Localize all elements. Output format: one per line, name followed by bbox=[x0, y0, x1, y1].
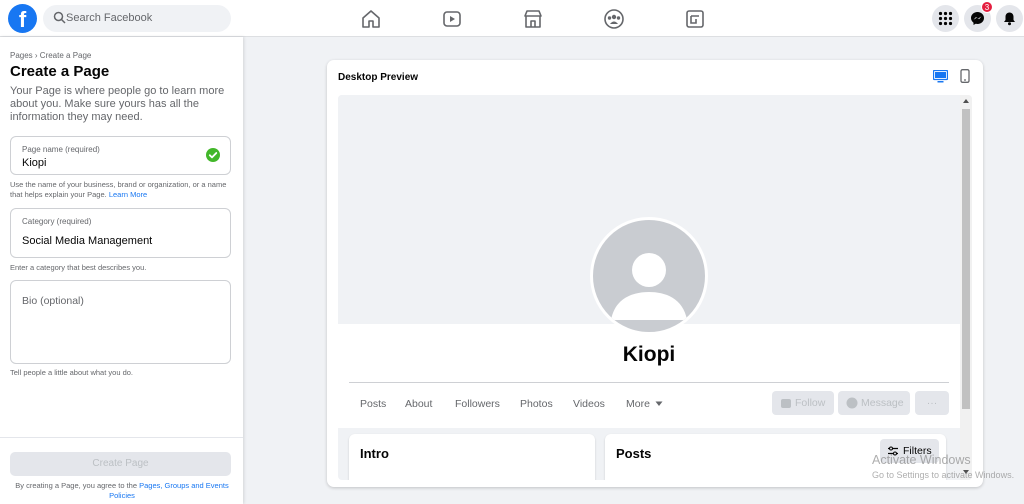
intro-card-title: Intro bbox=[360, 446, 389, 461]
desktop-icon[interactable] bbox=[933, 70, 948, 83]
tab-more-label: More bbox=[626, 398, 650, 410]
tab-followers[interactable]: Followers bbox=[455, 398, 500, 410]
category-helper: Enter a category that best describes you… bbox=[10, 263, 147, 272]
preview-page-name: Kiopi bbox=[622, 343, 676, 366]
page-name-field[interactable]: Page name (required) Kiopi bbox=[10, 136, 231, 175]
breadcrumb[interactable]: Pages › Create a Page bbox=[10, 51, 91, 60]
messenger-badge: 3 bbox=[981, 1, 993, 13]
notifications-button[interactable] bbox=[996, 5, 1023, 32]
panel-footer: Create Page By creating a Page, you agre… bbox=[0, 437, 243, 504]
posts-card-title: Posts bbox=[616, 446, 652, 461]
follow-label: Follow bbox=[795, 397, 826, 409]
tab-photos[interactable]: Photos bbox=[520, 398, 553, 410]
preview-scrollbar[interactable] bbox=[960, 95, 972, 480]
scroll-thumb[interactable] bbox=[962, 109, 970, 409]
bio-field[interactable]: Bio (optional) bbox=[10, 280, 231, 364]
notifications-icon bbox=[1004, 12, 1015, 26]
follow-button[interactable]: Follow bbox=[772, 391, 834, 415]
create-page-panel: Pages › Create a Page Create a Page Your… bbox=[0, 37, 243, 504]
learn-more-link[interactable]: Learn More bbox=[109, 190, 147, 199]
messenger-button[interactable]: 3 bbox=[964, 1, 993, 32]
search-input[interactable]: Search Facebook bbox=[43, 5, 231, 32]
tab-videos[interactable]: Videos bbox=[573, 398, 605, 410]
scroll-up-arrow[interactable] bbox=[963, 99, 969, 103]
tab-about[interactable]: About bbox=[405, 398, 432, 410]
preview-title: Desktop Preview bbox=[338, 72, 419, 83]
page-name-label: Page name (required) bbox=[22, 145, 100, 154]
page-name-helper: Use the name of your business, brand or … bbox=[10, 180, 235, 200]
terms-prefix: By creating a Page, you agree to the bbox=[15, 481, 137, 490]
intro-text: Your Page is where people go to learn mo… bbox=[10, 85, 225, 123]
search-placeholder: Search Facebook bbox=[66, 12, 153, 24]
menu-grid-icon bbox=[938, 11, 953, 26]
marketplace-icon[interactable] bbox=[522, 8, 544, 30]
gaming-icon[interactable] bbox=[684, 8, 706, 30]
page-name-value: Kiopi bbox=[22, 157, 47, 169]
bio-helper: Tell people a little about what you do. bbox=[10, 368, 133, 377]
tab-posts[interactable]: Posts bbox=[360, 398, 386, 410]
caret-down-icon bbox=[655, 401, 663, 406]
page-title: Create a Page bbox=[10, 63, 110, 80]
menu-button[interactable] bbox=[932, 5, 959, 32]
page-preview-frame: Kiopi Posts About Followers Photos Video… bbox=[338, 95, 972, 480]
category-value: Social Media Management bbox=[22, 235, 153, 247]
follow-icon bbox=[781, 399, 791, 408]
check-icon bbox=[206, 148, 220, 162]
desktop-preview-card: Desktop Preview Kiopi Posts About Follow… bbox=[327, 60, 983, 487]
messenger-icon bbox=[971, 12, 984, 25]
intro-card: Intro bbox=[349, 434, 595, 480]
bio-placeholder: Bio (optional) bbox=[22, 295, 84, 307]
watch-icon[interactable] bbox=[441, 8, 463, 30]
search-icon bbox=[53, 11, 66, 24]
create-page-button[interactable]: Create Page bbox=[10, 452, 231, 476]
avatar bbox=[590, 217, 708, 335]
groups-icon[interactable] bbox=[603, 8, 625, 30]
terms-text: By creating a Page, you agree to the Pag… bbox=[8, 481, 236, 501]
facebook-logo[interactable]: f bbox=[8, 4, 37, 33]
watermark-subtitle: Go to Settings to activate Windows. bbox=[872, 470, 1015, 480]
category-field[interactable]: Category (required) Social Media Managem… bbox=[10, 208, 231, 258]
message-label: Message bbox=[861, 397, 904, 409]
tabs-divider bbox=[349, 382, 949, 383]
watermark-title: Activate Windows bbox=[872, 453, 971, 467]
category-label: Category (required) bbox=[22, 217, 92, 226]
mobile-icon[interactable] bbox=[959, 69, 971, 83]
more-options-button[interactable]: ··· bbox=[915, 391, 949, 415]
home-icon[interactable] bbox=[360, 8, 382, 30]
message-button[interactable]: Message bbox=[838, 391, 910, 415]
tab-more[interactable]: More bbox=[626, 398, 663, 410]
activate-windows-watermark: Activate Windows Go to Settings to activ… bbox=[872, 453, 1014, 480]
messenger-icon bbox=[846, 397, 858, 409]
top-navigation-bar: f Search Facebook 3 bbox=[0, 0, 1024, 37]
